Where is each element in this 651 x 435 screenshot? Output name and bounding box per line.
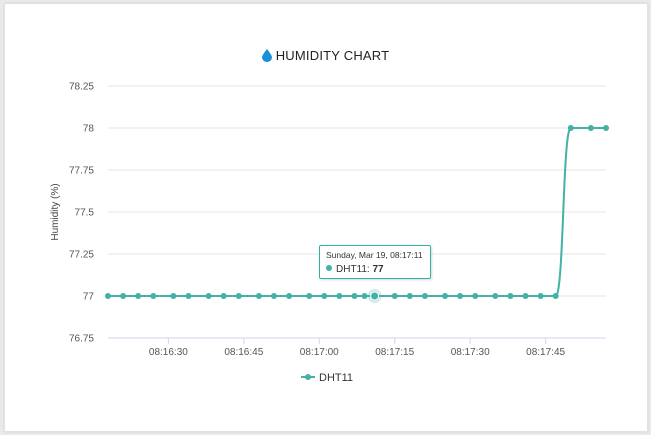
grid-lines <box>108 85 606 339</box>
data-point <box>391 293 398 299</box>
data-point <box>603 125 609 131</box>
data-point <box>507 293 514 299</box>
y-tick-label: 76.75 <box>69 334 94 345</box>
data-tooltip: Sunday, Mar 19, 08:17:11 DHT11: 77 <box>319 245 431 279</box>
data-point <box>286 293 293 299</box>
humidity-line-chart: 78.257877.7577.577.257776.75 08:16:30 08:… <box>50 82 609 384</box>
legend-marker <box>305 374 311 380</box>
data-point <box>361 293 368 299</box>
data-point <box>406 293 413 299</box>
data-point <box>552 293 559 299</box>
data-point <box>185 293 192 299</box>
data-point <box>472 293 479 299</box>
y-tick-label: 78 <box>83 124 95 135</box>
data-point <box>336 293 343 299</box>
data-point <box>587 125 594 131</box>
y-tick-label: 77.25 <box>69 250 94 261</box>
x-tick-label: 08:16:45 <box>224 347 263 358</box>
y-tick-label: 77 <box>83 292 95 303</box>
data-point <box>421 293 428 299</box>
tooltip-value: 77 <box>372 264 384 275</box>
x-tick-label: 08:17:00 <box>300 347 339 358</box>
data-point <box>220 293 227 299</box>
data-point <box>537 293 544 299</box>
data-point <box>442 293 449 299</box>
tooltip-row: DHT11: 77 <box>326 264 424 275</box>
y-tick-label: 77.5 <box>75 208 95 219</box>
data-point <box>271 293 277 299</box>
x-axis-ticks: 08:16:30 08:16:45 08:17:00 08:17:15 08:17:30… <box>149 338 566 358</box>
y-axis-label: Humidity (%) <box>50 183 61 240</box>
data-point <box>120 293 127 299</box>
x-tick-label: 08:16:30 <box>149 347 188 358</box>
x-tick-label: 08:17:30 <box>451 347 490 358</box>
data-point <box>150 293 157 299</box>
tooltip-series-label: DHT11: <box>336 264 370 275</box>
data-point <box>205 293 212 299</box>
legend: DHT11 <box>301 372 353 384</box>
data-point <box>567 125 574 131</box>
data-point <box>306 293 313 299</box>
data-point <box>170 293 177 299</box>
data-point-highlighted <box>370 291 380 301</box>
x-tick-label: 08:17:15 <box>375 347 414 358</box>
legend-label: DHT11 <box>319 372 353 384</box>
tooltip-date: Sunday, Mar 19, 08:17:11 <box>326 250 423 260</box>
data-point <box>457 293 464 299</box>
data-point <box>522 293 529 299</box>
data-point <box>235 293 242 299</box>
series-dot-icon <box>326 265 332 271</box>
y-tick-label: 77.75 <box>69 166 94 177</box>
data-point <box>321 293 328 299</box>
data-point <box>105 293 111 299</box>
data-point <box>135 293 142 299</box>
y-axis-ticks: 78.25 78 77.75 77.5 77.25 77 76.75 <box>69 82 94 345</box>
data-point <box>351 293 358 299</box>
data-point <box>255 293 262 299</box>
y-tick-label: 78.25 <box>69 82 94 93</box>
x-tick-label: 08:17:45 <box>526 347 565 358</box>
data-point <box>492 293 499 299</box>
